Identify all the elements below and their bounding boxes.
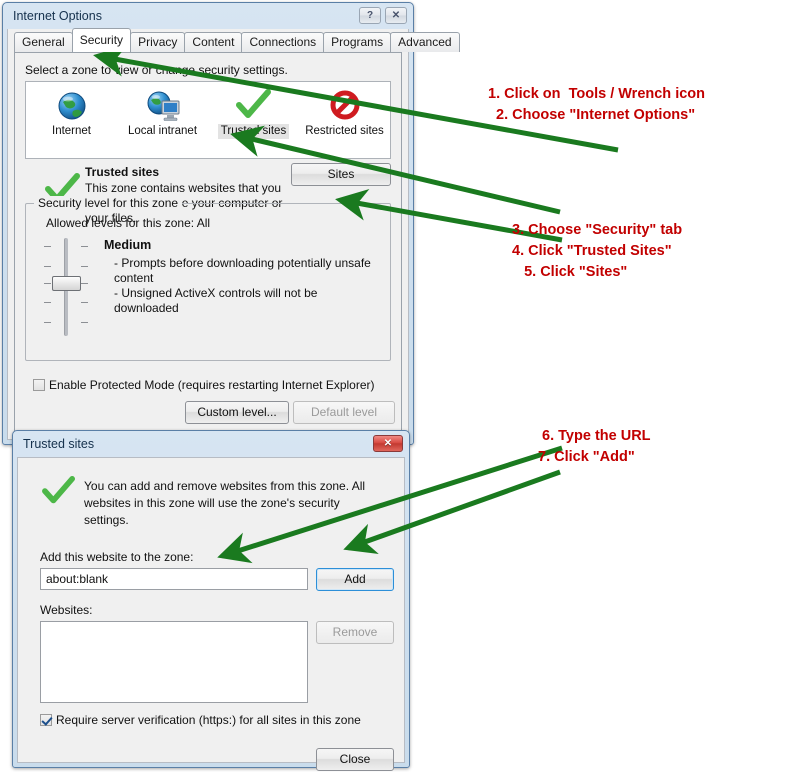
security-level-slider[interactable] [40, 238, 92, 336]
protected-mode-checkbox[interactable] [33, 379, 45, 391]
tab-programs[interactable]: Programs [323, 32, 392, 52]
slider-tick [81, 283, 88, 284]
remove-button: Remove [316, 621, 394, 644]
zone-restricted-sites[interactable]: Restricted sites [299, 88, 390, 139]
zone-label: Internet [52, 125, 91, 137]
require-https-row[interactable]: Require server verification (https:) for… [40, 713, 361, 727]
allowed-levels-text: Allowed levels for this zone: All [46, 216, 211, 230]
custom-level-button[interactable]: Custom level... [185, 401, 289, 424]
close-icon[interactable]: ✕ [385, 7, 407, 24]
zone-trusted-sites[interactable]: Trusted sites [208, 88, 299, 139]
trusted-sites-titlebar: Trusted sites ✕ [13, 431, 409, 457]
titlebar-buttons: ? ✕ [359, 7, 407, 24]
slider-tick [81, 322, 88, 323]
slider-tick [81, 266, 88, 267]
tab-general[interactable]: General [14, 32, 73, 52]
tab-security[interactable]: Security [71, 28, 132, 52]
trusted-sites-body: You can add and remove websites from thi… [17, 457, 405, 771]
annotation-steps-6-7: 6. Type the URL 7. Click "Add" [538, 428, 651, 465]
annotation-steps-1-2: 1. Click on Tools / Wrench icon 2. Choos… [488, 86, 705, 123]
zone-local-intranet[interactable]: Local intranet [117, 88, 208, 139]
zone-instruction: Select a zone to view or change security… [25, 63, 288, 77]
security-tab-page: Select a zone to view or change security… [14, 52, 402, 433]
green-check-icon [208, 88, 299, 124]
slider-tick [44, 322, 51, 323]
zone-label: Trusted sites [217, 124, 290, 139]
internet-options-window: Internet Options ? ✕ General Security Pr… [2, 2, 460, 445]
slider-tick [44, 283, 51, 284]
slider-thumb[interactable] [52, 276, 81, 291]
websites-label: Websites: [40, 603, 93, 617]
annotation-steps-3-5: 3. Choose "Security" tab 4. Click "Trust… [512, 222, 683, 280]
slider-tick [44, 246, 51, 247]
dialog-info-text: You can add and remove websites from thi… [84, 479, 366, 527]
sites-button[interactable]: Sites [291, 163, 391, 186]
trusted-sites-dialog: Trusted sites ✕ You can add and remove w… [12, 430, 410, 771]
tab-connections[interactable]: Connections [241, 32, 325, 52]
selected-zone-title: Trusted sites [85, 165, 160, 179]
zone-label: Restricted sites [305, 125, 384, 137]
green-check-icon [42, 476, 76, 511]
security-level-group: Security level for this zone Allowed lev… [25, 196, 391, 361]
security-level-desc-line: - Unsigned ActiveX controls will not be … [114, 286, 318, 315]
close-icon[interactable]: ✕ [373, 435, 403, 452]
slider-tick [81, 302, 88, 303]
dialog-title: Trusted sites [23, 437, 95, 451]
close-dialog-button[interactable]: Close [316, 748, 394, 771]
protected-mode-row[interactable]: Enable Protected Mode (requires restarti… [33, 378, 375, 392]
require-https-label: Require server verification (https:) for… [56, 713, 361, 727]
globe-computer-icon [117, 88, 208, 124]
tab-content[interactable]: Content [184, 32, 243, 52]
tab-privacy[interactable]: Privacy [130, 32, 186, 52]
internet-options-body: General Security Privacy Content Connect… [7, 28, 460, 440]
zone-label: Local intranet [127, 125, 198, 137]
protected-mode-label: Enable Protected Mode (requires restarti… [49, 378, 375, 392]
window-title: Internet Options [13, 9, 102, 23]
tab-advanced[interactable]: Advanced [390, 32, 460, 52]
security-level-desc-line: - Prompts before downloading potentially… [114, 256, 371, 285]
website-url-input[interactable]: about:blank [40, 568, 308, 590]
slider-tick [44, 266, 51, 267]
add-website-label: Add this website to the zone: [40, 550, 194, 564]
zone-internet[interactable]: Internet [26, 88, 117, 139]
add-button[interactable]: Add [316, 568, 394, 591]
titlebar-buttons: ✕ [373, 435, 403, 452]
help-button[interactable]: ? [359, 7, 381, 24]
red-no-entry-icon [299, 88, 390, 124]
security-level-name: Medium [104, 238, 152, 252]
slider-tick [81, 246, 88, 247]
tab-strip: General Security Privacy Content Connect… [8, 28, 460, 52]
internet-options-titlebar: Internet Options ? ✕ [3, 3, 413, 29]
slider-tick [44, 302, 51, 303]
globe-icon [26, 88, 117, 124]
zone-selector: Internet Local intranet Trusted sites Re… [25, 81, 391, 159]
websites-listbox[interactable] [40, 621, 308, 703]
default-level-button: Default level [293, 401, 395, 424]
require-https-checkbox[interactable] [40, 714, 52, 726]
security-level-legend: Security level for this zone [34, 196, 183, 210]
security-level-description: - Prompts before downloading potentially… [114, 256, 380, 316]
